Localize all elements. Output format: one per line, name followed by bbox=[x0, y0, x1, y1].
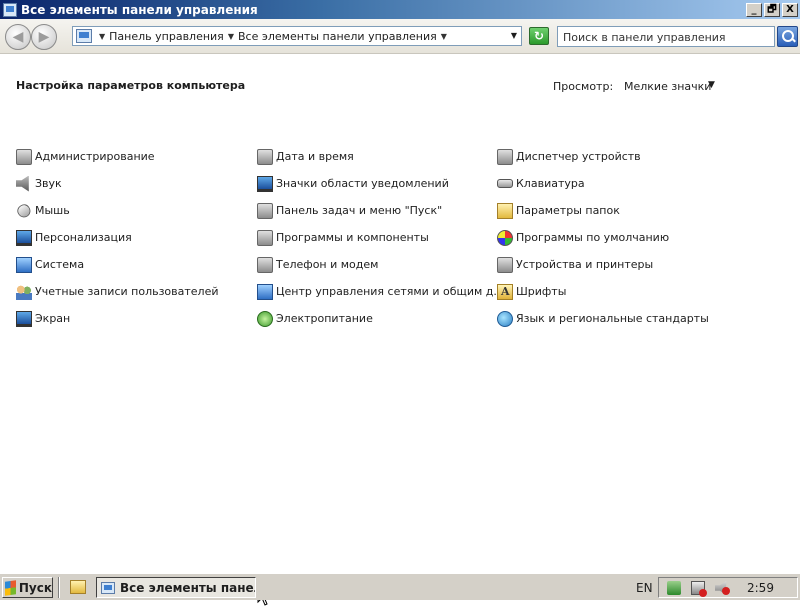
folder-options-icon bbox=[497, 202, 513, 219]
personalization-icon bbox=[16, 229, 32, 246]
search-icon[interactable] bbox=[777, 26, 798, 47]
page-title: Настройка параметров компьютера bbox=[16, 79, 246, 92]
start-label: Пуск bbox=[18, 580, 52, 595]
breadcrumb-all-items[interactable]: Все элементы панели управления bbox=[238, 30, 437, 43]
cp-item-folder-options[interactable]: Параметры папок bbox=[497, 197, 709, 224]
cp-item-power-options[interactable]: Электропитание bbox=[257, 305, 504, 332]
cp-item-keyboard[interactable]: Клавиатура bbox=[497, 170, 709, 197]
explorer-folder-icon[interactable] bbox=[70, 580, 86, 594]
cp-item-user-accounts[interactable]: Учетные записи пользователей bbox=[16, 278, 219, 305]
devices-printers-icon bbox=[497, 256, 513, 273]
items-column-2: Дата и время Значки области уведомлений … bbox=[257, 143, 504, 332]
taskbar-icon bbox=[257, 202, 273, 219]
cp-item-default-programs[interactable]: Программы по умолчанию bbox=[497, 224, 709, 251]
control-panel-icon bbox=[3, 2, 17, 17]
cp-item-devices-printers[interactable]: Устройства и принтеры bbox=[497, 251, 709, 278]
network-icon[interactable] bbox=[691, 581, 707, 597]
programs-icon bbox=[257, 229, 273, 246]
forward-button[interactable]: ▶ bbox=[31, 24, 57, 50]
cp-item-personalization[interactable]: Персонализация bbox=[16, 224, 219, 251]
cp-item-region-language[interactable]: Язык и региональные стандарты bbox=[497, 305, 709, 332]
clock[interactable]: 2:59 bbox=[747, 581, 774, 595]
windows-logo-icon bbox=[5, 579, 16, 596]
content-area: Настройка параметров компьютера Просмотр… bbox=[0, 55, 800, 606]
region-language-icon bbox=[497, 310, 513, 327]
default-programs-icon bbox=[497, 229, 513, 246]
refresh-button[interactable]: ↻ bbox=[529, 27, 549, 45]
cp-item-phone-modem[interactable]: Телефон и модем bbox=[257, 251, 504, 278]
keyboard-icon bbox=[497, 179, 513, 188]
control-panel-icon bbox=[101, 581, 115, 594]
restore-button[interactable]: 🗗 bbox=[764, 2, 780, 17]
cp-item-network-center[interactable]: Центр управления сетями и общим д... bbox=[257, 278, 504, 305]
admin-tools-icon bbox=[16, 148, 32, 165]
window-title: Все элементы панели управления bbox=[21, 2, 258, 17]
view-label: Просмотр: bbox=[553, 80, 614, 93]
cp-item-programs-features[interactable]: Программы и компоненты bbox=[257, 224, 504, 251]
phone-modem-icon bbox=[257, 256, 273, 273]
start-button[interactable]: Пуск bbox=[2, 577, 53, 598]
cp-item-taskbar-start[interactable]: Панель задач и меню "Пуск" bbox=[257, 197, 504, 224]
system-icon bbox=[16, 256, 32, 273]
power-options-icon bbox=[257, 310, 273, 327]
cp-item-mouse[interactable]: Мышь bbox=[15, 197, 219, 224]
breadcrumb-arrow-icon[interactable]: ▼ bbox=[99, 32, 105, 41]
mouse-icon bbox=[15, 201, 33, 220]
quick-launch-separator bbox=[58, 577, 60, 598]
device-manager-icon bbox=[497, 148, 513, 165]
cp-item-notification-icons[interactable]: Значки области уведомлений bbox=[257, 170, 504, 197]
taskbar-window-label: Все элементы панел... bbox=[120, 580, 255, 595]
control-panel-icon bbox=[76, 29, 92, 43]
language-indicator[interactable]: EN bbox=[636, 581, 653, 595]
breadcrumb-arrow-icon[interactable]: ▼ bbox=[228, 32, 234, 41]
items-column-3: Диспетчер устройств Клавиатура Параметры… bbox=[497, 143, 709, 332]
navigation-bar: ◀ ▶ ▼ Панель управления ▼ Все элементы п… bbox=[0, 19, 800, 54]
minimize-button[interactable]: _ bbox=[746, 2, 762, 17]
view-mode-select[interactable]: Мелкие значки bbox=[624, 80, 711, 93]
search-input[interactable]: Поиск в панели управления bbox=[557, 26, 775, 47]
back-button[interactable]: ◀ bbox=[5, 24, 31, 50]
users-icon bbox=[16, 283, 32, 300]
title-bar[interactable]: Все элементы панели управления _ 🗗 X bbox=[0, 0, 800, 19]
notification-area-icon bbox=[257, 175, 273, 192]
speaker-icon bbox=[16, 175, 29, 192]
address-bar[interactable]: ▼ Панель управления ▼ Все элементы панел… bbox=[72, 26, 522, 46]
breadcrumb-control-panel[interactable]: Панель управления bbox=[109, 30, 224, 43]
breadcrumb-arrow-icon[interactable]: ▼ bbox=[441, 32, 447, 41]
cp-item-sound[interactable]: Звук bbox=[16, 170, 219, 197]
display-icon bbox=[16, 310, 32, 327]
chevron-down-icon[interactable]: ▼ bbox=[708, 80, 715, 90]
cp-item-administration[interactable]: Администрирование bbox=[16, 143, 219, 170]
action-center-icon[interactable] bbox=[667, 581, 681, 595]
close-button[interactable]: X bbox=[782, 2, 798, 17]
network-center-icon bbox=[257, 283, 273, 300]
cp-item-fonts[interactable]: Шрифты bbox=[497, 278, 709, 305]
taskbar: Пуск Все элементы панел... EN 2:59 bbox=[0, 573, 800, 600]
fonts-icon bbox=[497, 283, 513, 300]
cp-item-system[interactable]: Система bbox=[16, 251, 219, 278]
system-tray: 2:59 bbox=[658, 577, 798, 598]
volume-muted-icon bbox=[722, 587, 730, 595]
cp-item-device-manager[interactable]: Диспетчер устройств bbox=[497, 143, 709, 170]
items-column-1: Администрирование Звук Мышь Персонализац… bbox=[15, 143, 219, 332]
taskbar-window-button[interactable]: Все элементы панел... bbox=[96, 577, 256, 598]
address-dropdown-icon[interactable]: ▼ bbox=[511, 31, 517, 40]
control-panel-window: Все элементы панели управления _ 🗗 X ◀ ▶… bbox=[0, 0, 800, 606]
cp-item-date-time[interactable]: Дата и время bbox=[257, 143, 504, 170]
cp-item-display[interactable]: Экран bbox=[16, 305, 219, 332]
calendar-icon bbox=[257, 148, 273, 165]
